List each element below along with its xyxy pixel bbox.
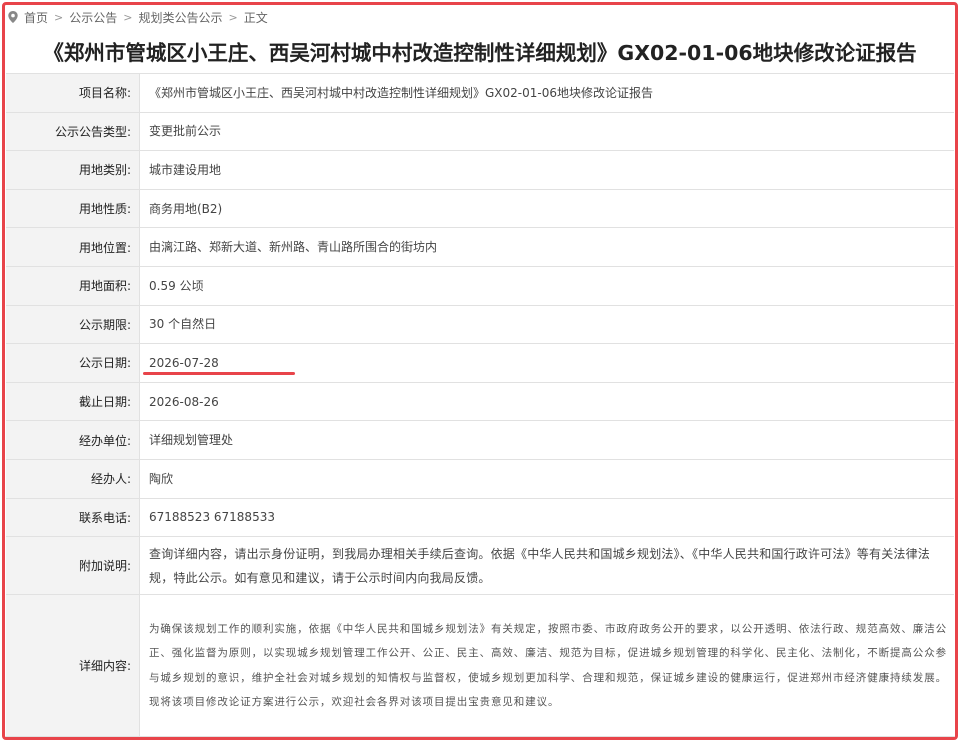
breadcrumb-current: 正文	[243, 10, 268, 25]
table-row: 公示期限: 30 个自然日	[6, 305, 954, 345]
table-row: 公示公告类型: 变更批前公示	[6, 112, 954, 152]
field-label: 经办单位:	[6, 421, 140, 459]
breadcrumb-home[interactable]: 首页	[24, 9, 48, 26]
table-row: 用地类别: 城市建设用地	[6, 151, 954, 190]
detail-value: 为确保该规划工作的顺利实施，依据《中华人民共和国城乡规划法》有关规定，按照市委、…	[149, 622, 947, 709]
note-value: 查询详细内容，请出示身份证明，到我局办理相关手续后查询。依据《中华人民共和国城乡…	[149, 546, 931, 585]
breadcrumb-separator: >	[54, 10, 64, 24]
project-name-value: 《郑州市管城区小王庄、西吴河村城中村改造控制性详细规划》GX02-01-06地块…	[149, 85, 653, 100]
breadcrumb-planning-notices[interactable]: 规划类公告公示	[138, 9, 222, 26]
field-label: 公示日期:	[6, 344, 140, 382]
table-row: 用地性质: 商务用地(B2)	[6, 189, 954, 229]
breadcrumb-notices[interactable]: 公示公告	[69, 9, 117, 26]
field-label: 用地面积:	[6, 266, 140, 305]
notice-period-value: 30 个自然日	[149, 317, 217, 332]
field-label: 详细内容:	[6, 595, 140, 737]
deadline-value: 2026-08-26	[149, 394, 219, 409]
highlight-underline	[143, 372, 295, 376]
field-label: 经办人:	[6, 459, 140, 498]
field-label: 附加说明:	[6, 537, 140, 595]
breadcrumb-separator: >	[228, 10, 238, 24]
field-label: 用地性质:	[6, 189, 140, 228]
table-row: 经办单位: 详细规划管理处	[6, 421, 954, 460]
table-row: 用地面积: 0.59 公顷	[6, 266, 954, 306]
page-title: 《郑州市管城区小王庄、西吴河村城中村改造控制性详细规划》GX02-01-06地块…	[43, 41, 917, 65]
land-nature-value: 商务用地(B2)	[149, 201, 223, 216]
handling-unit-value: 详细规划管理处	[149, 433, 234, 448]
table-row: 项目名称: 《郑州市管城区小王庄、西吴河村城中村改造控制性详细规划》GX02-0…	[6, 74, 954, 113]
notice-date-value: 2026-07-28	[149, 355, 219, 370]
field-label: 公示期限:	[6, 305, 140, 344]
field-label: 公示公告类型:	[6, 112, 140, 151]
table-row: 联系电话: 67188523 67188533	[6, 498, 954, 538]
table-row: 用地位置: 由漓江路、郑新大道、新州路、青山路所围合的街坊内	[6, 228, 954, 267]
notice-date-cell: 2026-07-28	[140, 344, 954, 382]
table-row: 附加说明: 查询详细内容，请出示身份证明，到我局办理相关手续后查询。依据《中华人…	[6, 537, 954, 596]
land-location-value: 由漓江路、郑新大道、新州路、青山路所围合的街坊内	[149, 240, 438, 255]
phone-value: 67188523 67188533	[149, 510, 275, 525]
field-label: 截止日期:	[6, 382, 140, 421]
handler-value: 陶欣	[149, 471, 174, 486]
table-row: 经办人: 陶欣	[6, 459, 954, 499]
location-pin-icon	[8, 11, 18, 23]
table-row: 截止日期: 2026-08-26	[6, 382, 954, 422]
info-table: 项目名称: 《郑州市管城区小王庄、西吴河村城中村改造控制性详细规划》GX02-0…	[6, 73, 954, 738]
field-label: 用地类别:	[6, 151, 140, 189]
land-area-value: 0.59 公顷	[149, 278, 204, 293]
notice-type-value: 变更批前公示	[149, 124, 222, 139]
field-label: 联系电话:	[6, 498, 140, 537]
land-category-value: 城市建设用地	[149, 162, 222, 177]
breadcrumb-separator: >	[123, 10, 133, 24]
field-label: 用地位置:	[6, 228, 140, 266]
field-label: 项目名称:	[6, 74, 140, 112]
table-row: 详细内容: 为确保该规划工作的顺利实施，依据《中华人民共和国城乡规划法》有关规定…	[6, 595, 954, 738]
table-row: 公示日期: 2026-07-28	[6, 344, 954, 383]
breadcrumb: 首页 > 公示公告 > 规划类公告公示 > 正文	[8, 6, 268, 28]
